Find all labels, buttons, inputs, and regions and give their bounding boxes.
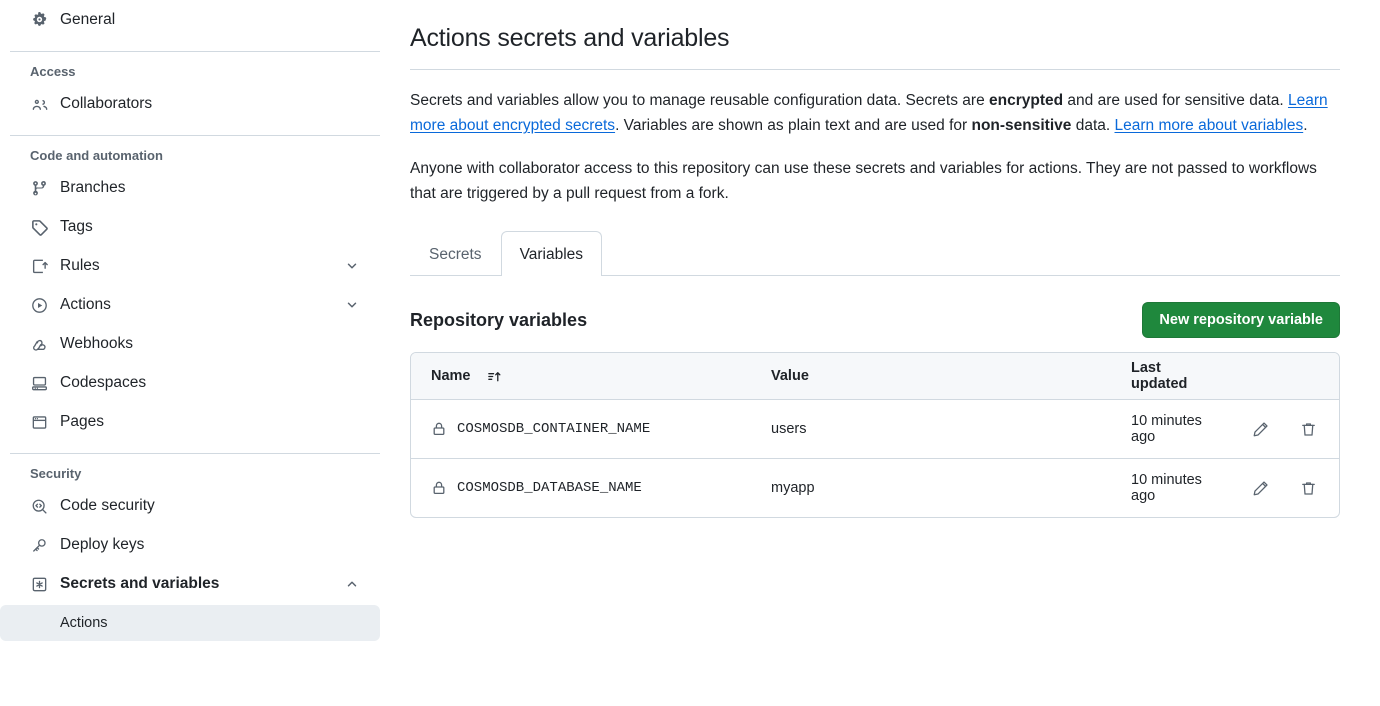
variable-last-updated: 10 minutes ago (1131, 413, 1219, 445)
row-actions (1219, 477, 1319, 499)
table-row: COSMOSDB_CONTAINER_NAME users 10 minutes… (411, 399, 1339, 458)
trash-icon[interactable] (1297, 477, 1319, 499)
sidebar-item-tags[interactable]: Tags (10, 208, 380, 246)
variable-last-updated: 10 minutes ago (1131, 472, 1219, 504)
column-header-value: Value (771, 368, 1131, 384)
sidebar-item-label: Tags (60, 218, 372, 236)
desc-bold-encrypted: encrypted (989, 92, 1063, 109)
column-header-name[interactable]: Name (431, 368, 771, 384)
sidebar-item-label: Collaborators (60, 95, 372, 113)
tab-variables[interactable]: Variables (501, 231, 602, 276)
variable-value: users (771, 421, 1131, 437)
code-search-icon (30, 497, 48, 515)
section-header: Repository variables New repository vari… (410, 302, 1340, 338)
desc-text: data. (1071, 117, 1114, 134)
gear-icon (30, 11, 48, 29)
sidebar-item-pages[interactable]: Pages (10, 403, 380, 441)
chevron-down-icon[interactable] (344, 258, 360, 274)
sidebar-item-label: Codespaces (60, 374, 372, 392)
desc-text: Secrets and variables allow you to manag… (410, 92, 989, 109)
sidebar-item-collaborators[interactable]: Collaborators (10, 85, 380, 123)
variable-name: COSMOSDB_CONTAINER_NAME (457, 421, 650, 437)
variable-name: COSMOSDB_DATABASE_NAME (457, 480, 642, 496)
sidebar-section-security: Security (10, 466, 380, 481)
column-header-last-updated: Last updated (1131, 360, 1219, 392)
sort-ascending-icon[interactable] (487, 369, 502, 384)
sidebar-item-label: Deploy keys (60, 536, 372, 554)
settings-sidebar: General Access Collaborators Code and au… (0, 0, 390, 706)
sidebar-item-label: Branches (60, 179, 372, 197)
pencil-icon[interactable] (1249, 477, 1271, 499)
sidebar-item-label: Actions (60, 296, 332, 314)
desc-text: . (1303, 117, 1307, 134)
pencil-icon[interactable] (1249, 418, 1271, 440)
sidebar-item-label: Code security (60, 497, 372, 515)
play-circle-icon (30, 296, 48, 314)
webhook-icon (30, 335, 48, 353)
sidebar-subitem-actions[interactable]: Actions (0, 605, 380, 641)
chevron-down-icon[interactable] (344, 297, 360, 313)
asterisk-box-icon (30, 575, 48, 593)
main-content: Actions secrets and variables Secrets an… (390, 0, 1380, 706)
trash-icon[interactable] (1297, 418, 1319, 440)
branch-icon (30, 179, 48, 197)
sidebar-divider (10, 135, 380, 136)
lock-icon (431, 480, 447, 496)
variable-name-cell: COSMOSDB_DATABASE_NAME (431, 480, 771, 496)
sidebar-item-general[interactable]: General (10, 1, 380, 39)
sidebar-item-branches[interactable]: Branches (10, 169, 380, 207)
sidebar-item-actions[interactable]: Actions (10, 286, 380, 324)
sidebar-section-access: Access (10, 64, 380, 79)
title-divider (410, 69, 1340, 70)
sidebar-item-rules[interactable]: Rules (10, 247, 380, 285)
people-icon (30, 95, 48, 113)
repository-variables-title: Repository variables (410, 310, 587, 331)
sidebar-section-code-automation: Code and automation (10, 148, 380, 163)
sidebar-item-label: Secrets and variables (60, 575, 332, 593)
sidebar-item-label: Rules (60, 257, 332, 275)
variables-table: Name Value Last updated COSMOSDB_CONTAIN… (410, 352, 1340, 518)
settings-page: General Access Collaborators Code and au… (0, 0, 1380, 706)
new-repository-variable-button[interactable]: New repository variable (1142, 302, 1340, 338)
lock-icon (431, 421, 447, 437)
sidebar-item-webhooks[interactable]: Webhooks (10, 325, 380, 363)
sidebar-item-label: Pages (60, 413, 372, 431)
desc-text: and are used for sensitive data. (1063, 92, 1288, 109)
key-icon (30, 536, 48, 554)
sidebar-divider (10, 51, 380, 52)
tab-secrets[interactable]: Secrets (410, 231, 501, 276)
browser-icon (30, 413, 48, 431)
sidebar-item-secrets-and-variables[interactable]: Secrets and variables (10, 565, 380, 603)
page-title: Actions secrets and variables (410, 24, 1340, 53)
sidebar-item-codespaces[interactable]: Codespaces (10, 364, 380, 402)
rules-icon (30, 257, 48, 275)
chevron-up-icon[interactable] (344, 576, 360, 592)
sidebar-divider (10, 453, 380, 454)
column-header-name-label: Name (431, 368, 471, 384)
desc-text: . Variables are shown as plain text and … (615, 117, 971, 134)
sidebar-item-deploy-keys[interactable]: Deploy keys (10, 526, 380, 564)
codespaces-icon (30, 374, 48, 392)
link-variables[interactable]: Learn more about variables (1115, 117, 1304, 134)
sidebar-item-code-security[interactable]: Code security (10, 487, 380, 525)
desc-bold-non-sensitive: non-sensitive (971, 117, 1071, 134)
variable-value: myapp (771, 480, 1131, 496)
table-header-row: Name Value Last updated (411, 353, 1339, 399)
sidebar-subitem-label: Actions (60, 615, 108, 631)
row-actions (1219, 418, 1319, 440)
tab-bar: Secrets Variables (410, 230, 1340, 276)
tag-icon (30, 218, 48, 236)
sidebar-item-label: Webhooks (60, 335, 372, 353)
description-paragraph-2: Anyone with collaborator access to this … (410, 156, 1340, 206)
description-paragraph-1: Secrets and variables allow you to manag… (410, 88, 1340, 138)
variable-name-cell: COSMOSDB_CONTAINER_NAME (431, 421, 771, 437)
sidebar-item-label: General (60, 11, 372, 29)
table-row: COSMOSDB_DATABASE_NAME myapp 10 minutes … (411, 458, 1339, 517)
